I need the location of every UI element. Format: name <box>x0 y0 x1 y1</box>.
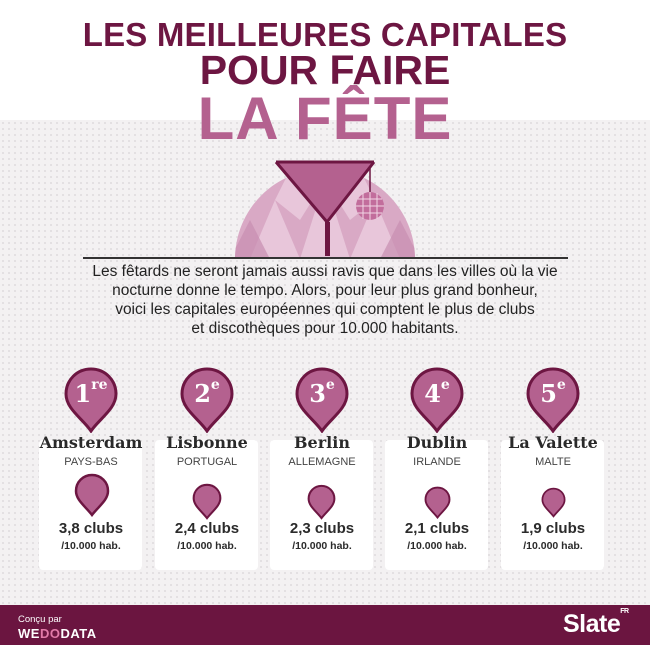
divider-line <box>83 257 568 259</box>
club-count: 2,3 clubs <box>289 520 355 537</box>
slate-logo: SlateFR <box>563 607 629 638</box>
bubble-marker-icon <box>74 473 110 517</box>
map-pin-icon <box>180 367 234 433</box>
map-pin-icon <box>410 367 464 433</box>
bubble-marker-icon <box>307 484 336 520</box>
city-name: Berlin <box>294 433 350 452</box>
country-name: PAYS-BAS <box>64 456 118 468</box>
map-pin-icon <box>295 367 349 433</box>
disco-ball-icon <box>356 192 384 220</box>
bubble-marker-icon <box>541 487 566 518</box>
club-count: 1,9 clubs <box>520 520 586 537</box>
bubble-marker-icon <box>192 483 222 520</box>
city-name: Lisbonne <box>166 433 248 452</box>
unit-label: /10.000 hab. <box>407 540 467 552</box>
wedodata-logo: WEDODATA <box>18 626 97 641</box>
country-name: ALLEMAGNE <box>288 456 356 468</box>
club-count: 2,4 clubs <box>174 520 240 537</box>
city-name: La Valette <box>508 433 598 452</box>
city-name: Amsterdam <box>39 433 143 452</box>
country-name: PORTUGAL <box>176 456 238 468</box>
title-line-3: LA FÊTE <box>197 85 453 152</box>
map-pin-icon <box>526 367 580 433</box>
cocktail-glass-icon <box>235 160 415 259</box>
club-count: 2,1 clubs <box>404 520 470 537</box>
unit-label: /10.000 hab. <box>61 540 121 552</box>
country-name: IRLANDE <box>413 456 461 468</box>
unit-label: /10.000 hab. <box>292 540 352 552</box>
credit-label: Conçu par <box>18 614 62 625</box>
unit-label: /10.000 hab. <box>523 540 583 552</box>
footer: Conçu par WEDODATA SlateFR <box>0 605 650 645</box>
unit-label: /10.000 hab. <box>177 540 237 552</box>
city-name: Dublin <box>406 433 468 452</box>
intro-text: Les fêtards ne seront jamais aussi ravis… <box>92 263 558 337</box>
country-name: MALTE <box>535 456 571 468</box>
map-pin-icon <box>64 367 118 433</box>
bubble-marker-icon <box>424 486 451 519</box>
club-count: 3,8 clubs <box>58 520 124 537</box>
